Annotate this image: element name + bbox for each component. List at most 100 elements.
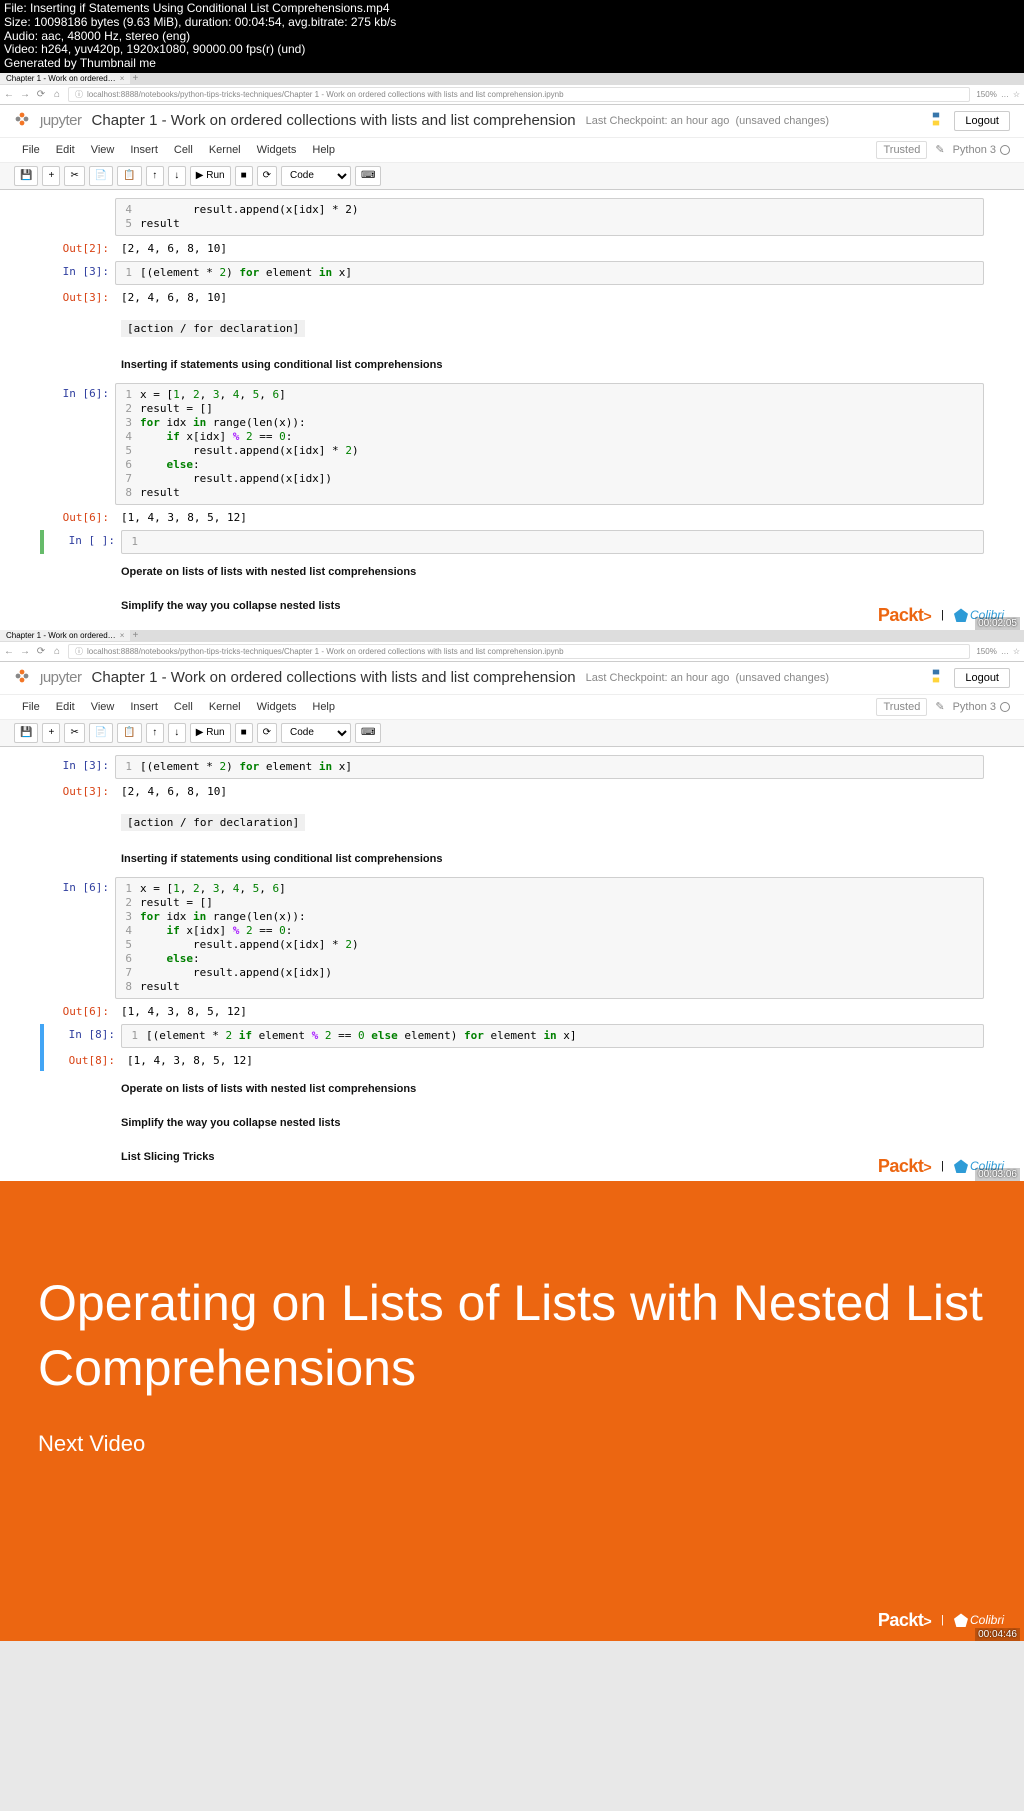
more-icon[interactable]: …	[1001, 647, 1009, 656]
stop-button[interactable]: ■	[235, 166, 253, 186]
more-icon[interactable]: …	[1001, 90, 1009, 99]
notebook-title[interactable]: Chapter 1 - Work on ordered collections …	[92, 669, 576, 686]
menu-insert[interactable]: Insert	[122, 697, 166, 717]
command-palette-button[interactable]: ⌨	[355, 166, 381, 186]
menu-view[interactable]: View	[83, 697, 123, 717]
menu-edit[interactable]: Edit	[48, 140, 83, 160]
menu-widgets[interactable]: Widgets	[249, 697, 305, 717]
save-button[interactable]: 💾	[14, 166, 38, 186]
menu-cell[interactable]: Cell	[166, 697, 201, 717]
code-cell[interactable]: In [3]: 1 [(element * 2) for element in …	[40, 755, 984, 779]
menu-help[interactable]: Help	[304, 140, 343, 160]
paste-button[interactable]: 📋	[117, 723, 141, 743]
code-input[interactable]: 4 5 result.append(x[idx] * 2) result	[115, 198, 984, 236]
timestamp: 00:03:06	[975, 1168, 1020, 1181]
url-input[interactable]: ⓘ localhost:8888/notebooks/python-tips-t…	[68, 644, 970, 659]
md-header: Operate on lists of lists with nested li…	[121, 1083, 416, 1095]
run-button[interactable]: ▶ Run	[190, 166, 231, 186]
markdown-cell[interactable]: Simplify the way you collapse nested lis…	[40, 590, 984, 622]
add-cell-button[interactable]: +	[42, 166, 60, 186]
code-input[interactable]: 1	[121, 530, 984, 554]
notebook-area[interactable]: 4 5 result.append(x[idx] * 2) result Out…	[0, 190, 1024, 630]
code-cell[interactable]: In [3]: 1 [(element * 2) for element in …	[40, 261, 984, 285]
markdown-cell[interactable]: [action / for declaration]	[40, 804, 984, 841]
move-up-button[interactable]: ↑	[146, 723, 164, 743]
reload-button[interactable]: ⟳	[36, 646, 46, 656]
close-icon[interactable]: ×	[120, 74, 125, 83]
restart-button[interactable]: ⟳	[257, 723, 277, 743]
markdown-cell[interactable]: List Slicing Tricks	[40, 1141, 984, 1173]
menu-widgets[interactable]: Widgets	[249, 140, 305, 160]
kernel-name[interactable]: Python 3	[953, 701, 1010, 713]
cut-button[interactable]: ✂	[64, 723, 84, 743]
copy-button[interactable]: 📄	[89, 166, 113, 186]
markdown-cell[interactable]: Operate on lists of lists with nested li…	[40, 1073, 984, 1105]
menu-cell[interactable]: Cell	[166, 140, 201, 160]
home-button[interactable]: ⌂	[52, 89, 62, 99]
browser-tab[interactable]: Chapter 1 - Work on ordered… ×	[0, 630, 130, 641]
code-cell[interactable]: In [6]: 12345678 x = [1, 2, 3, 4, 5, 6] …	[40, 383, 984, 505]
code-input[interactable]: 1 [(element * 2) for element in x]	[115, 261, 984, 285]
cell-type-select[interactable]: Code	[281, 723, 351, 743]
url-input[interactable]: ⓘ localhost:8888/notebooks/python-tips-t…	[68, 87, 970, 102]
new-tab-button[interactable]: +	[130, 631, 140, 641]
code-input[interactable]: 1 [(element * 2 if element % 2 == 0 else…	[121, 1024, 984, 1048]
code-cell[interactable]: 4 5 result.append(x[idx] * 2) result	[40, 198, 984, 236]
browser-tab[interactable]: Chapter 1 - Work on ordered… ×	[0, 73, 130, 84]
notebook-area[interactable]: In [3]: 1 [(element * 2) for element in …	[0, 747, 1024, 1181]
copy-button[interactable]: 📄	[89, 723, 113, 743]
run-button[interactable]: ▶ Run	[190, 723, 231, 743]
back-button[interactable]: ←	[4, 646, 14, 656]
fwd-button[interactable]: →	[20, 89, 30, 99]
markdown-cell[interactable]: Inserting if statements using conditiona…	[40, 349, 984, 381]
code-input[interactable]: 12345678 x = [1, 2, 3, 4, 5, 6] result =…	[115, 877, 984, 999]
menu-kernel[interactable]: Kernel	[201, 140, 249, 160]
active-cell[interactable]: In [ ]: 1	[40, 530, 984, 554]
new-tab-button[interactable]: +	[130, 74, 140, 84]
menu-kernel[interactable]: Kernel	[201, 697, 249, 717]
code-input[interactable]: 12345678 x = [1, 2, 3, 4, 5, 6] result =…	[115, 383, 984, 505]
cut-button[interactable]: ✂	[64, 166, 84, 186]
stop-button[interactable]: ■	[235, 723, 253, 743]
menu-file[interactable]: File	[14, 140, 48, 160]
zoom-label[interactable]: 150%	[976, 90, 996, 99]
zoom-label[interactable]: 150%	[976, 647, 996, 656]
markdown-cell[interactable]: Operate on lists of lists with nested li…	[40, 556, 984, 588]
markdown-cell[interactable]: [action / for declaration]	[40, 310, 984, 347]
menu-view[interactable]: View	[83, 140, 123, 160]
save-button[interactable]: 💾	[14, 723, 38, 743]
trusted-badge[interactable]: Trusted	[876, 698, 927, 716]
shield-icon[interactable]: ☆	[1013, 647, 1020, 656]
command-palette-button[interactable]: ⌨	[355, 723, 381, 743]
move-down-button[interactable]: ↓	[168, 723, 186, 743]
move-up-button[interactable]: ↑	[146, 166, 164, 186]
shield-icon[interactable]: ☆	[1013, 90, 1020, 99]
close-icon[interactable]: ×	[120, 631, 125, 640]
logout-button[interactable]: Logout	[954, 668, 1010, 688]
reload-button[interactable]: ⟳	[36, 89, 46, 99]
menu-file[interactable]: File	[14, 697, 48, 717]
pencil-icon[interactable]: ✎	[935, 700, 944, 713]
paste-button[interactable]: 📋	[117, 166, 141, 186]
back-button[interactable]: ←	[4, 89, 14, 99]
logout-button[interactable]: Logout	[954, 111, 1010, 131]
fwd-button[interactable]: →	[20, 646, 30, 656]
restart-button[interactable]: ⟳	[257, 166, 277, 186]
home-button[interactable]: ⌂	[52, 646, 62, 656]
menu-edit[interactable]: Edit	[48, 697, 83, 717]
markdown-cell[interactable]: Inserting if statements using conditiona…	[40, 843, 984, 875]
code-cell[interactable]: In [6]: 12345678 x = [1, 2, 3, 4, 5, 6] …	[40, 877, 984, 999]
url-text: localhost:8888/notebooks/python-tips-tri…	[87, 647, 564, 656]
kernel-name[interactable]: Python 3	[953, 144, 1010, 156]
pencil-icon[interactable]: ✎	[935, 143, 944, 156]
add-cell-button[interactable]: +	[42, 723, 60, 743]
trusted-badge[interactable]: Trusted	[876, 141, 927, 159]
menu-help[interactable]: Help	[304, 697, 343, 717]
cell-type-select[interactable]: Code	[281, 166, 351, 186]
notebook-title[interactable]: Chapter 1 - Work on ordered collections …	[92, 112, 576, 129]
markdown-cell[interactable]: Simplify the way you collapse nested lis…	[40, 1107, 984, 1139]
active-cell[interactable]: In [8]: 1 [(element * 2 if element % 2 =…	[40, 1024, 984, 1071]
menu-insert[interactable]: Insert	[122, 140, 166, 160]
move-down-button[interactable]: ↓	[168, 166, 186, 186]
code-input[interactable]: 1 [(element * 2) for element in x]	[115, 755, 984, 779]
